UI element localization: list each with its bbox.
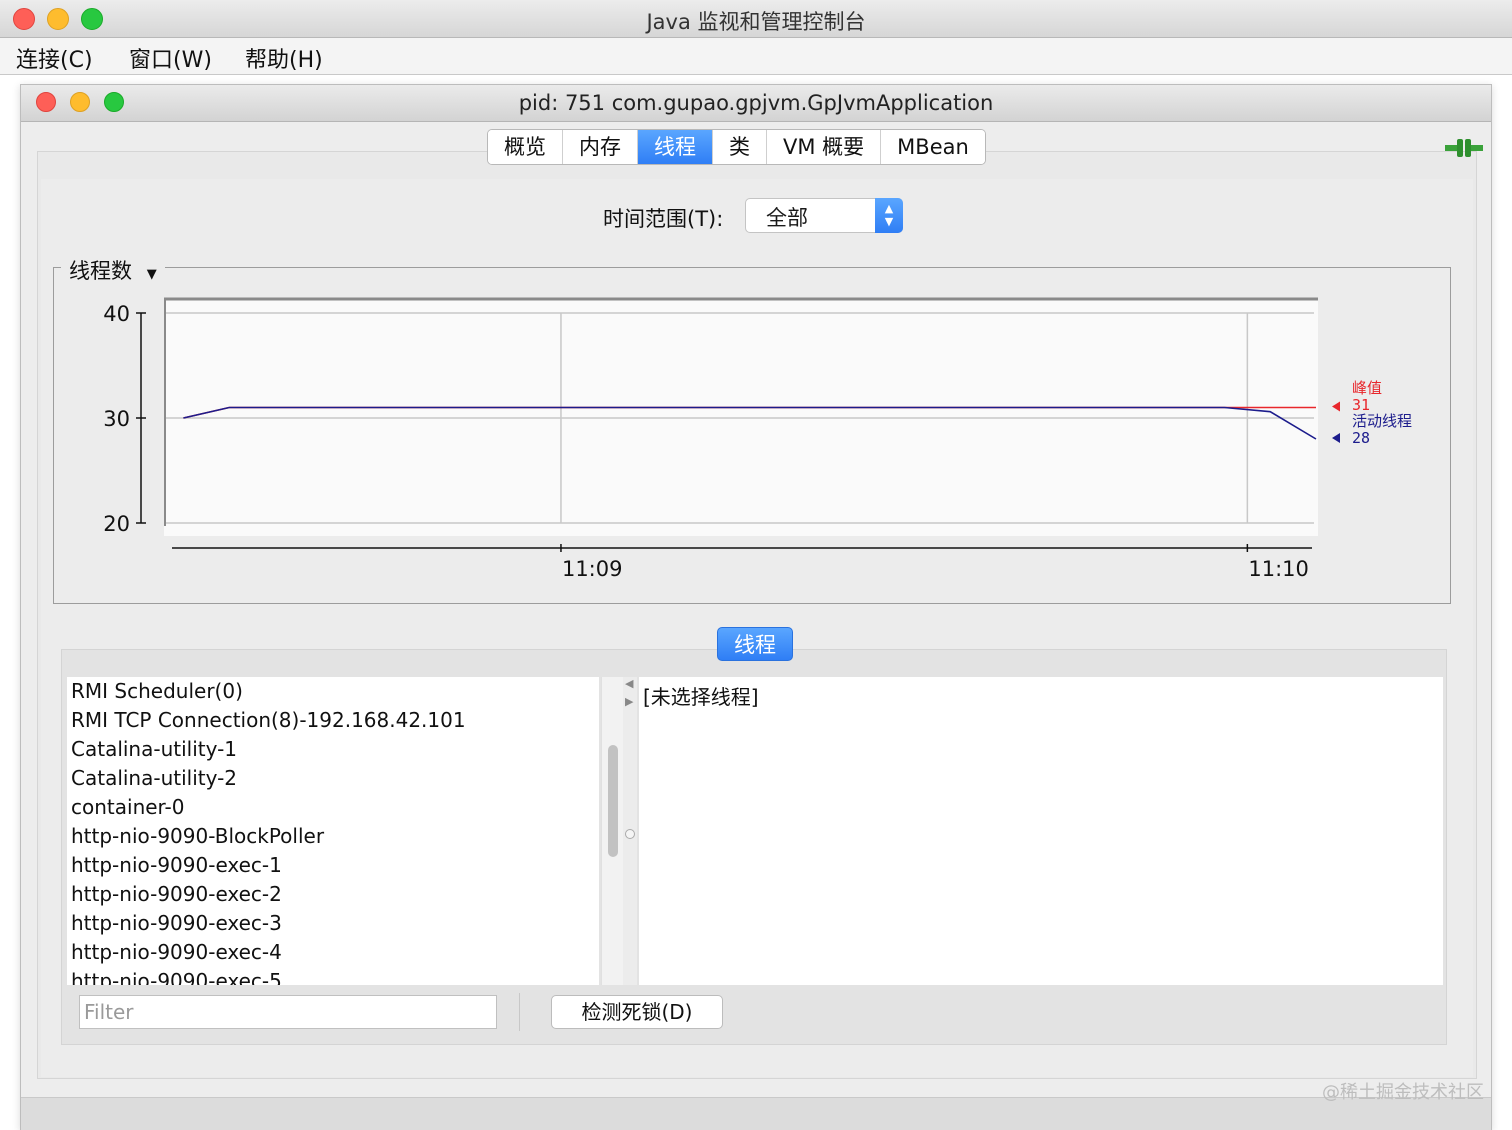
thread-list-item[interactable]: http-nio-9090-exec-2 [67,880,599,909]
thread-list-item[interactable]: http-nio-9090-exec-5 [67,967,599,985]
connection-window: pid: 751 com.gupao.gpjvm.GpJvmApplicatio… [20,84,1492,1130]
detect-deadlock-button[interactable]: 检测死锁(D) [551,995,723,1029]
threads-toggle-button[interactable]: 线程 [717,627,793,661]
split-left-arrow-icon[interactable]: ◀ [625,677,633,690]
tab-overview[interactable]: 概览 [488,130,563,164]
thread-list-item[interactable]: http-nio-9090-exec-4 [67,938,599,967]
peak-label: 峰值 [1352,379,1382,397]
x-tick-label: 11:09 [562,557,623,581]
chart-title: 线程数 [69,259,132,283]
split-handle-icon[interactable] [625,829,635,839]
chevron-updown-icon: ▲ ▼ [875,198,903,233]
dropdown-arrow-icon: ▼ [146,267,157,282]
thread-list-item[interactable]: RMI TCP Connection(8)-192.168.42.101 [67,706,599,735]
tab-vm-summary[interactable]: VM 概要 [767,130,882,164]
tab-threads[interactable]: 线程 [638,130,713,164]
thread-list-item[interactable]: http-nio-9090-exec-3 [67,909,599,938]
divider [519,993,520,1031]
tab-mbean[interactable]: MBean [881,130,985,164]
plot-background [164,298,1318,536]
active-marker-icon [1332,433,1340,443]
thread-list-item[interactable]: http-nio-9090-BlockPoller [67,822,599,851]
window-bottom-strip [21,1097,1491,1130]
tab-memory[interactable]: 内存 [563,130,638,164]
watermark: @稀土掘金技术社区 [1322,1082,1484,1103]
thread-list[interactable]: RMI Scheduler(0) RMI TCP Connection(8)-19… [67,677,599,985]
thread-list-item[interactable]: RMI Scheduler(0) [67,677,599,706]
split-right-arrow-icon[interactable]: ▶ [625,695,633,708]
menu-window[interactable]: 窗口(W) [129,42,212,74]
time-range-label: 时间范围(T): [603,207,724,231]
thread-list-item[interactable]: container-0 [67,793,599,822]
y-tick-label: 20 [103,512,130,536]
x-tick-label: 11:10 [1248,557,1309,581]
app-title: Java 监视和管理控制台 [646,10,866,34]
thread-count-chart-panel: 40 30 20 11:09 11:10 峰值 31 活动线程 28 [53,267,1451,604]
scrollbar-thumb[interactable] [608,745,618,857]
active-value: 28 [1352,429,1370,447]
connection-titlebar: pid: 751 com.gupao.gpjvm.GpJvmApplicatio… [21,85,1491,122]
active-label: 活动线程 [1352,412,1412,430]
y-tick-label: 40 [103,302,130,326]
thread-detail-pane[interactable]: [未选择线程] [639,677,1443,985]
menu-bar: 连接(C) 窗口(W) 帮助(H) [0,38,1512,75]
connection-title: pid: 751 com.gupao.gpjvm.GpJvmApplicatio… [518,91,994,115]
menu-connection[interactable]: 连接(C) [16,42,93,74]
y-tick-label: 30 [103,407,130,431]
menu-help[interactable]: 帮助(H) [245,42,323,74]
tab-classes[interactable]: 类 [713,130,767,164]
thread-list-scrollbar[interactable] [601,677,623,985]
time-range-select[interactable]: 全部 ▲ ▼ [745,198,903,233]
thread-list-item[interactable]: Catalina-utility-2 [67,764,599,793]
chart-selector[interactable]: 线程数 ▼ [61,255,165,285]
thread-detail-text: [未选择线程] [643,685,759,709]
app-titlebar: Java 监视和管理控制台 [0,0,1512,38]
peak-marker-icon [1332,401,1340,412]
split-pane-divider[interactable]: ◀ ▶ [623,677,637,985]
connection-plug-icon[interactable] [1443,135,1485,161]
time-range-value: 全部 [766,206,808,230]
thread-list-item[interactable]: Catalina-utility-1 [67,735,599,764]
thread-count-chart: 40302011:09 11:10峰值31活动线程28 [103,297,1412,581]
tab-bar: 概览 内存 线程 类 VM 概要 MBean [487,129,986,165]
thread-filter-input[interactable] [79,995,497,1029]
thread-list-item[interactable]: http-nio-9090-exec-1 [67,851,599,880]
